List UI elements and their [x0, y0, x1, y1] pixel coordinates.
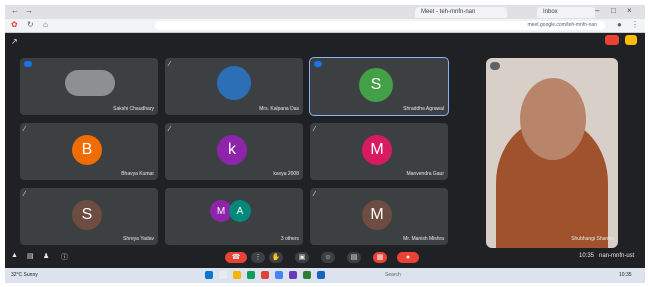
- browser-forward-icon[interactable]: →: [25, 6, 33, 15]
- participant-name: Mr. Manish Mishra: [403, 236, 444, 242]
- participant-photo: [65, 70, 115, 96]
- participant-name: Mrs. Kalpana Das: [259, 106, 299, 112]
- meet-window: ← → Meet - teh-mnfn-nan Inbox – □ × ✿ ↻ …: [5, 5, 645, 283]
- participant-tile[interactable]: ⁄ S Shreya Yadav: [20, 188, 158, 245]
- browser-back-icon[interactable]: ←: [11, 6, 19, 15]
- participant-name: kavya 2008: [273, 171, 299, 177]
- raise-hand-button[interactable]: ✋: [269, 252, 283, 263]
- address-bar[interactable]: meet.google.com/teh-mnfn-nan: [155, 21, 605, 30]
- chrome-icon: ✿: [11, 20, 18, 29]
- participant-photo: [217, 66, 251, 100]
- participant-tile[interactable]: M A 3 others: [165, 188, 303, 245]
- present-button[interactable]: ▣: [295, 252, 309, 263]
- mute-icon: ⁄: [24, 126, 26, 133]
- store-icon[interactable]: [289, 271, 297, 279]
- more-options-button[interactable]: ⋮: [251, 252, 265, 263]
- meeting-code: nan-mnfn-ust: [599, 253, 635, 259]
- camera-off-button[interactable]: ▩: [373, 252, 387, 263]
- person-face: [520, 78, 586, 160]
- app-icon[interactable]: [261, 271, 269, 279]
- start-icon[interactable]: [205, 271, 213, 279]
- minimize-icon[interactable]: –: [595, 6, 599, 15]
- participant-tile[interactable]: ⁄ B Bhavya Kumar: [20, 123, 158, 180]
- meet-control-bar: ▲ ▤ ♟ ⓘ ☎ ⋮ ✋ ▣ ☺ ▤ ▩ ● nan-mnfn-ust 10:…: [5, 248, 645, 268]
- participant-tile[interactable]: ⁄ Mrs. Kalpana Das: [165, 58, 303, 115]
- close-icon[interactable]: ×: [627, 6, 632, 15]
- tab-meet[interactable]: Meet - teh-mnfn-nan: [415, 7, 507, 18]
- participant-name: 3 others: [280, 236, 299, 242]
- end-call-button[interactable]: ☎: [225, 252, 247, 263]
- participant-avatar: S: [72, 200, 102, 230]
- profile-icon[interactable]: ●: [617, 20, 622, 29]
- participant-tile[interactable]: ⁄ M Mr. Manish Mishra: [310, 188, 448, 245]
- mute-icon: ⁄: [169, 126, 171, 133]
- participant-avatar: k: [217, 135, 247, 165]
- people-icon[interactable]: ♟: [43, 252, 49, 260]
- self-view-video[interactable]: Shubhangi Sharma: [486, 58, 618, 248]
- mute-icon: ⁄: [314, 126, 316, 133]
- warning-icon[interactable]: ▲: [11, 252, 18, 259]
- captions-button[interactable]: ▤: [347, 252, 361, 263]
- participant-name: Manvendra Gaur: [406, 171, 444, 177]
- record-indicator-icon[interactable]: [605, 35, 619, 45]
- participant-avatar: M: [362, 200, 392, 230]
- self-view-menu-icon[interactable]: [490, 62, 500, 70]
- taskbar-search[interactable]: Search: [385, 272, 401, 278]
- home-icon[interactable]: ⌂: [43, 20, 48, 29]
- meeting-time: 10:35: [579, 253, 595, 259]
- activity-icon[interactable]: [625, 35, 637, 45]
- participant-tile[interactable]: Sakshi Chaudhary: [20, 58, 158, 115]
- participant-tile[interactable]: ⁄ M Manvendra Gaur: [310, 123, 448, 180]
- participant-name: Shraddha Agrawal: [403, 106, 444, 112]
- mute-icon: ⁄: [169, 61, 171, 68]
- captions-icon[interactable]: ▤: [27, 252, 34, 260]
- participant-name: Bhavya Kumar: [121, 171, 154, 177]
- browser-tab-strip: ← → Meet - teh-mnfn-nan Inbox – □ ×: [5, 5, 645, 19]
- browser-toolbar: ✿ ↻ ⌂ meet.google.com/teh-mnfn-nan ● ⋮: [5, 19, 645, 33]
- emoji-button[interactable]: ☺: [321, 252, 335, 263]
- info-icon[interactable]: ⓘ: [61, 252, 68, 262]
- chrome-taskbar-icon[interactable]: [247, 271, 255, 279]
- mute-icon: ⁄: [24, 191, 26, 198]
- speaking-icon: [314, 61, 322, 67]
- weather-widget[interactable]: 32°C Sunny: [11, 272, 38, 278]
- speaking-icon: [24, 61, 32, 67]
- windows-taskbar: 32°C Sunny Search 10:35: [5, 268, 645, 283]
- participant-name: Sakshi Chaudhary: [113, 106, 154, 112]
- participant-avatar: M: [362, 135, 392, 165]
- self-view-name: Shubhangi Sharma: [571, 236, 614, 242]
- browser-menu-icon[interactable]: ⋮: [631, 20, 639, 29]
- word-icon[interactable]: [317, 271, 325, 279]
- taskbar-clock[interactable]: 10:35: [619, 272, 632, 278]
- participant-avatar: B: [72, 135, 102, 165]
- reload-icon[interactable]: ↻: [27, 20, 34, 29]
- excel-icon[interactable]: [303, 271, 311, 279]
- participant-tile[interactable]: S Shraddha Agrawal: [309, 57, 449, 116]
- edge-icon[interactable]: [275, 271, 283, 279]
- expand-icon[interactable]: ↗: [11, 37, 18, 46]
- participant-avatar: A: [229, 200, 251, 222]
- mute-icon: ⁄: [314, 191, 316, 198]
- search-icon[interactable]: [219, 271, 227, 279]
- file-explorer-icon[interactable]: [233, 271, 241, 279]
- maximize-icon[interactable]: □: [611, 6, 616, 15]
- mic-off-button[interactable]: ●: [397, 252, 419, 263]
- participant-tile[interactable]: ⁄ k kavya 2008: [165, 123, 303, 180]
- tab-inbox[interactable]: Inbox: [537, 7, 595, 18]
- participant-name: Shreya Yadav: [123, 236, 154, 242]
- participant-avatar: S: [359, 68, 393, 102]
